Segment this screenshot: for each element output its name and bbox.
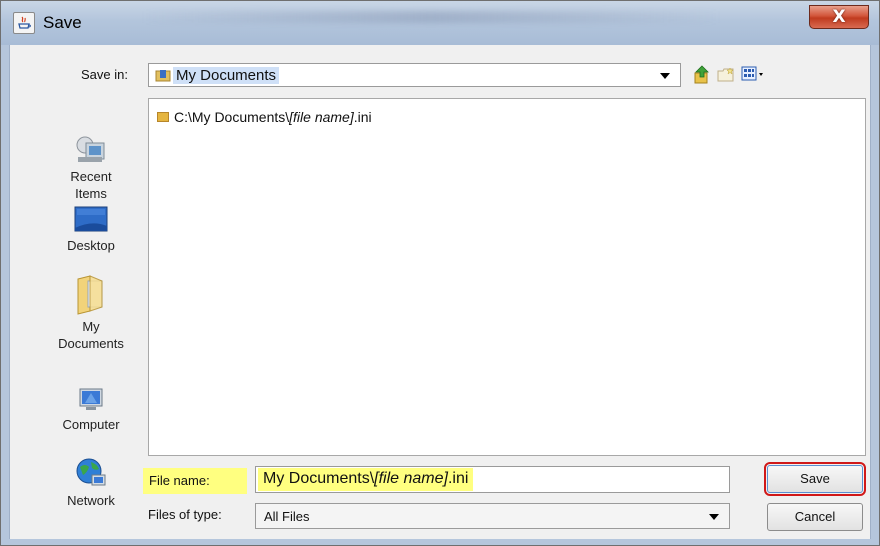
window-title: Save — [43, 13, 82, 32]
place-network[interactable]: Network — [49, 457, 133, 509]
place-label: Documents — [58, 336, 124, 351]
file-name-placeholder: [file name] — [374, 470, 448, 487]
chevron-down-icon[interactable] — [709, 514, 719, 520]
title-bar-background — [141, 11, 721, 23]
save-in-label: Save in: — [81, 67, 128, 82]
file-type-label: Files of type: — [148, 507, 222, 522]
save-button[interactable]: Save — [764, 462, 866, 496]
place-recent-items[interactable]: Recent Items — [49, 135, 133, 202]
my-documents-small-icon — [155, 70, 171, 82]
up-one-level-icon[interactable] — [693, 65, 711, 85]
ini-file-icon — [157, 112, 169, 122]
file-list-item[interactable]: C:\My Documents\ [file name] .ini — [157, 109, 372, 125]
chevron-down-icon[interactable] — [660, 73, 670, 79]
place-label: Network — [67, 493, 115, 508]
file-name-label: File name: — [143, 468, 247, 494]
close-button[interactable]: X — [809, 5, 869, 29]
file-name-prefix: My Documents\ — [263, 470, 375, 487]
desktop-icon — [74, 206, 108, 232]
file-name-input[interactable]: My Documents\[file name].ini — [255, 466, 730, 493]
close-icon: X — [832, 7, 846, 27]
place-label: Recent — [70, 169, 112, 184]
file-path-placeholder: [file name] — [289, 109, 354, 125]
title-bar[interactable]: Save X — [1, 1, 879, 45]
window-border-bottom — [1, 539, 879, 545]
file-name-suffix: .ini — [447, 470, 469, 487]
window-border-right — [871, 45, 879, 545]
place-label: Computer — [62, 417, 120, 432]
my-documents-icon — [77, 275, 103, 315]
place-computer[interactable]: Computer — [49, 387, 133, 433]
place-label: Items — [75, 186, 107, 201]
file-path-prefix: C:\My Documents\ — [174, 109, 290, 125]
network-icon — [76, 458, 106, 486]
file-name-value: My Documents\[file name].ini — [258, 468, 474, 491]
place-desktop[interactable]: Desktop — [49, 206, 133, 254]
view-menu-icon[interactable] — [741, 66, 765, 82]
save-dialog: Save X Save in: My Documents Recent Item… — [0, 0, 880, 546]
save-in-dropdown[interactable]: My Documents — [148, 63, 681, 87]
save-in-value: My Documents — [173, 67, 280, 84]
java-app-icon — [13, 12, 35, 34]
computer-icon — [79, 388, 103, 410]
file-type-value: All Files — [264, 509, 310, 524]
recent-items-icon — [76, 136, 105, 162]
places-bar: Recent Items Desktop My Documents Comput… — [49, 97, 133, 537]
window-border-left — [1, 45, 9, 545]
file-list[interactable]: C:\My Documents\ [file name] .ini — [148, 98, 866, 456]
place-label: Desktop — [67, 238, 115, 253]
file-type-dropdown[interactable]: All Files — [255, 503, 730, 529]
place-label: My — [82, 319, 100, 334]
place-my-documents[interactable]: My Documents — [49, 275, 133, 352]
cancel-button[interactable]: Cancel — [767, 503, 863, 531]
new-folder-icon[interactable] — [717, 67, 735, 83]
file-path-suffix: .ini — [353, 109, 372, 125]
